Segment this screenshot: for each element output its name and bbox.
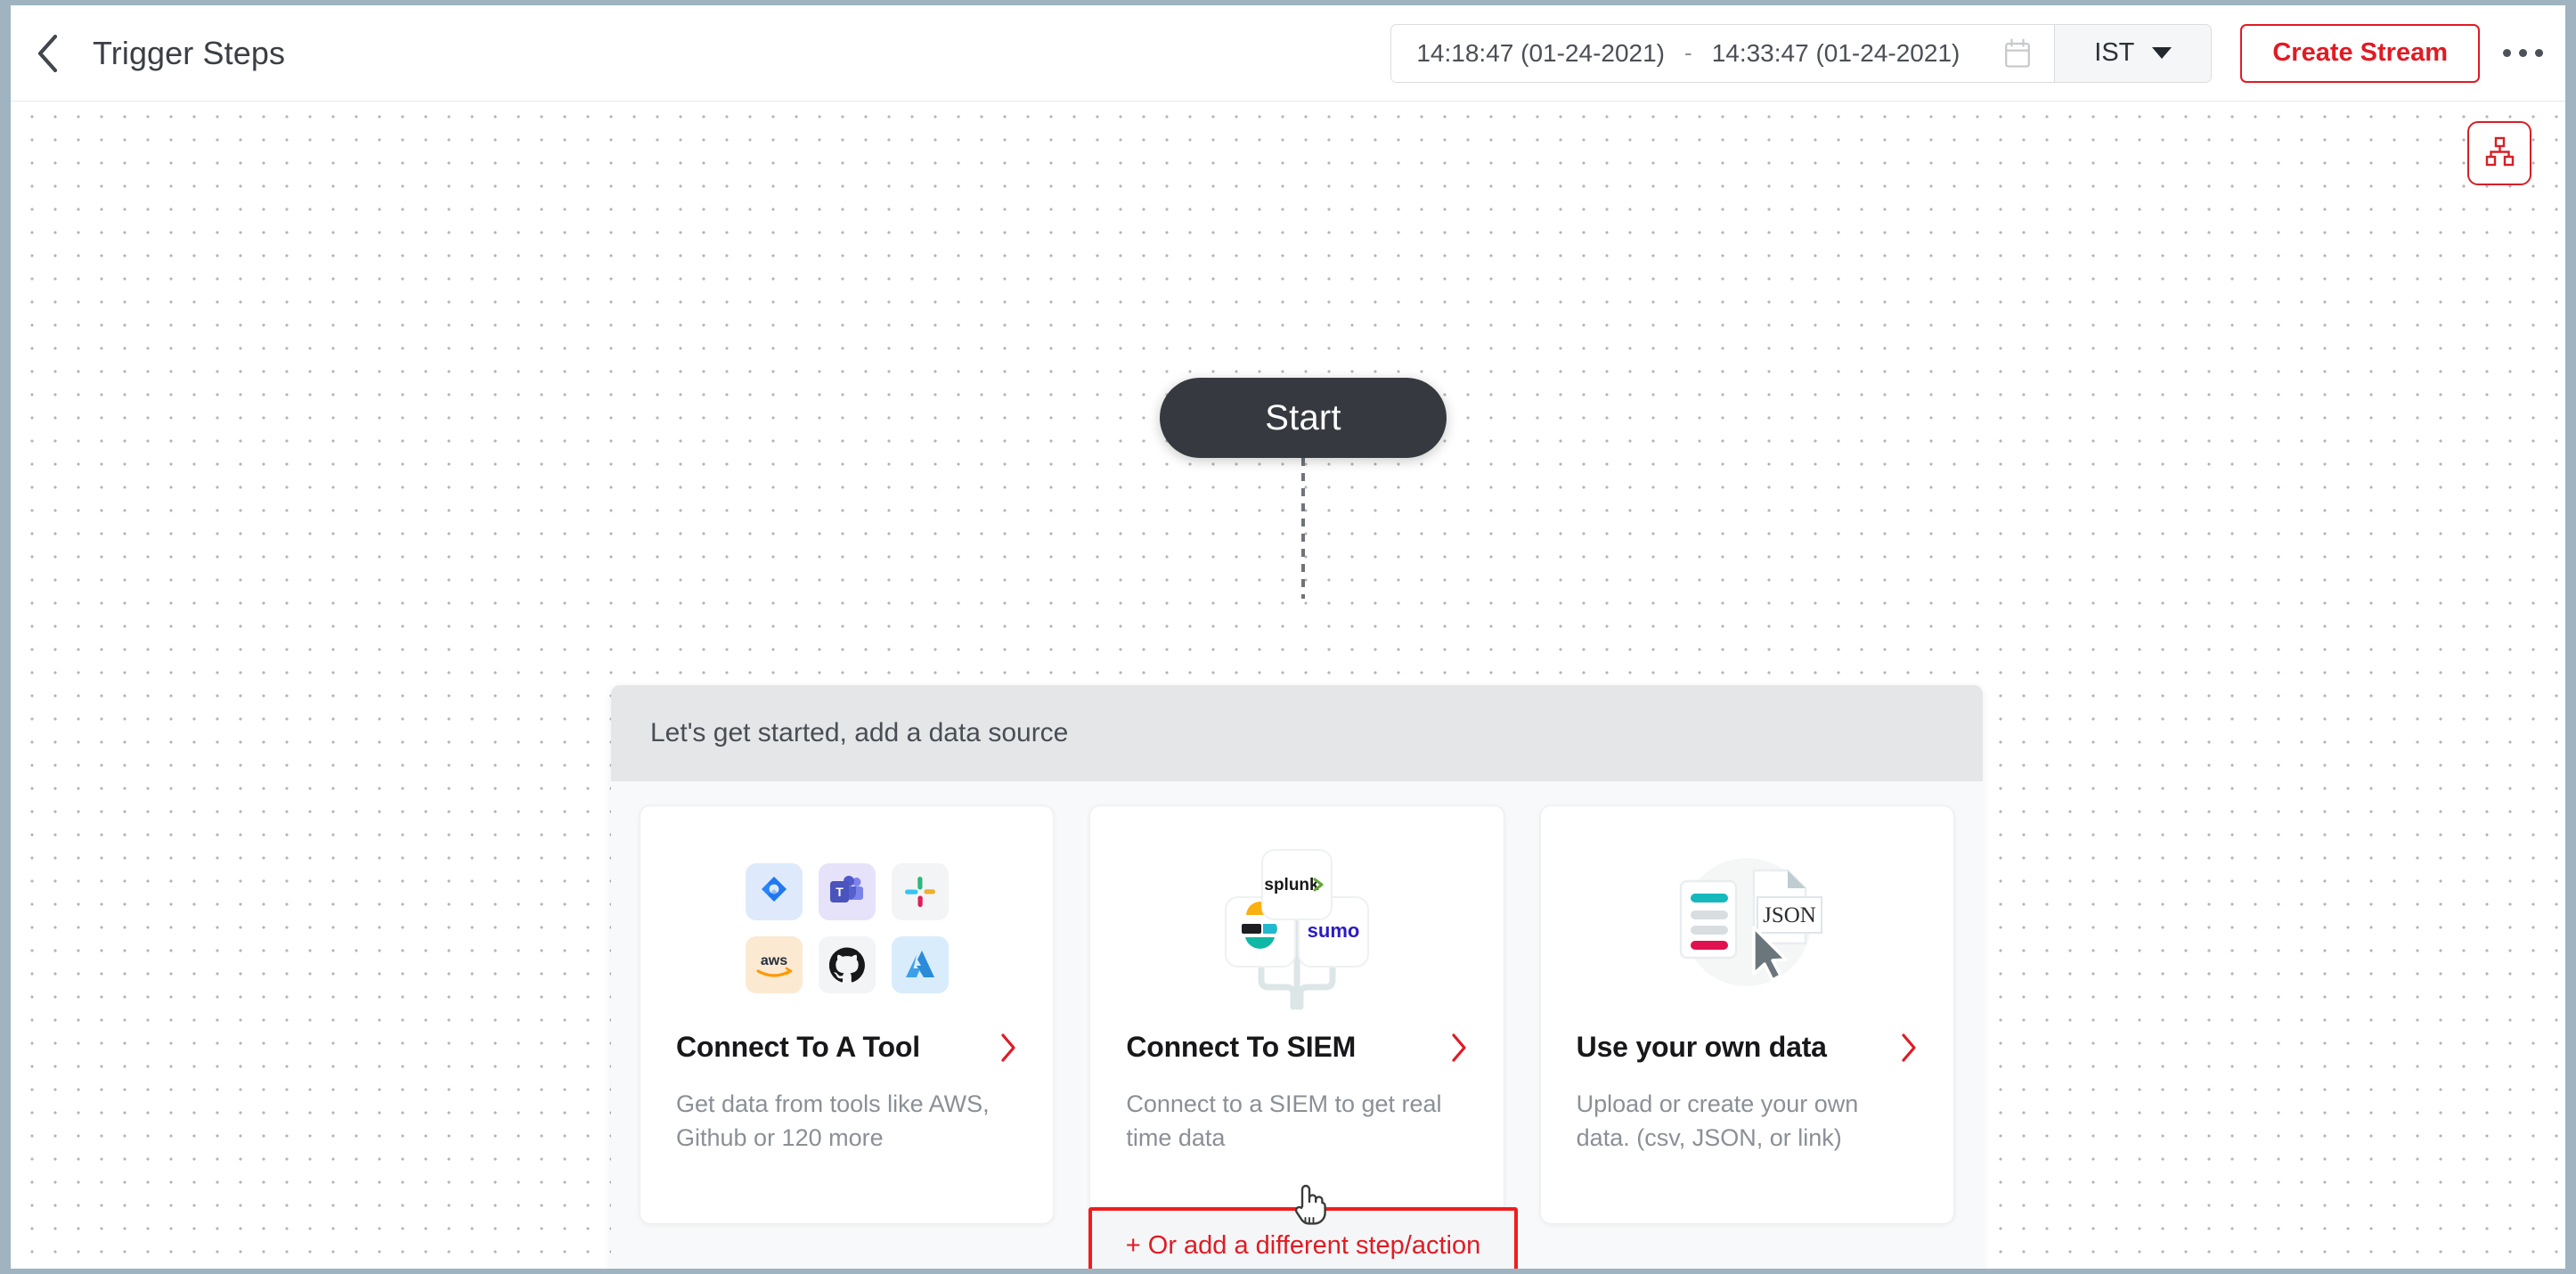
card-title-row: Use your own data — [1577, 1031, 1918, 1064]
microsoft-teams-logo-tile: T — [818, 863, 876, 920]
card-connect-to-tool[interactable]: T aws Connect To A Tool Get data from to… — [640, 805, 1055, 1224]
add-different-step-button[interactable]: + Or add a different step/action — [1088, 1207, 1518, 1269]
chevron-right-icon[interactable] — [1900, 1033, 1918, 1063]
jira-logo-tile — [745, 863, 803, 920]
card-title: Connect To A Tool — [676, 1031, 920, 1063]
data-source-card-list: T aws Connect To A Tool Get data from to… — [611, 781, 1983, 1224]
header-actions: 14:18:47 (01-24-2021) - 14:33:47 (01-24-… — [1390, 23, 2565, 83]
file-upload-svg: JSON — [1680, 858, 1823, 986]
calendar-icon[interactable] — [2004, 37, 2031, 69]
siem-tree-illustration: sumo splunk — [1126, 829, 1467, 1027]
ellipsis-dot — [2534, 49, 2543, 57]
tool-grid: T aws — [745, 863, 949, 993]
date-range-start: 14:18:47 (01-24-2021) — [1416, 38, 1666, 67]
card-title: Use your own data — [1576, 1031, 1827, 1063]
svg-text:sumo: sumo — [1308, 919, 1360, 942]
date-range-separator: - — [1684, 39, 1692, 66]
card-connect-to-siem[interactable]: sumo splunk Connect To SIEM Connect to a… — [1089, 805, 1504, 1224]
aws-logo-tile: aws — [745, 936, 803, 993]
date-range-input[interactable]: 14:18:47 (01-24-2021) - 14:33:47 (01-24-… — [1391, 24, 2055, 82]
layout-toggle-button[interactable] — [2467, 121, 2531, 185]
svg-text:splunk: splunk — [1264, 876, 1319, 894]
svg-text:T: T — [836, 885, 844, 899]
create-stream-button[interactable]: Create Stream — [2240, 23, 2480, 83]
slack-icon — [904, 877, 935, 907]
start-node-label: Start — [1265, 397, 1341, 437]
card-title-row: Connect To A Tool — [676, 1031, 1017, 1064]
card-description: Connect to a SIEM to get real time data — [1126, 1090, 1442, 1152]
svg-text:JSON: JSON — [1763, 903, 1816, 927]
azure-logo-tile — [891, 936, 949, 993]
back-button[interactable] — [18, 24, 77, 83]
date-range-end: 14:33:47 (01-24-2021) — [1711, 38, 1961, 67]
data-list-icon — [1680, 879, 1738, 960]
chevron-right-icon[interactable] — [999, 1033, 1017, 1063]
ellipsis-dot — [2502, 49, 2511, 57]
github-logo-tile — [818, 936, 876, 993]
workflow-canvas[interactable]: Start Let's get started, add a data sour… — [11, 102, 2565, 1269]
card-title-row: Connect To SIEM — [1126, 1031, 1467, 1064]
page-title: Trigger Steps — [93, 34, 286, 71]
siem-illustration-svg: sumo splunk — [1224, 849, 1369, 1010]
tool-logo-grid-illustration: T aws — [676, 829, 1017, 1027]
azure-icon — [905, 951, 934, 977]
json-file-icon: JSON — [1753, 869, 1823, 945]
timezone-value: IST — [2094, 38, 2135, 67]
chevron-right-icon[interactable] — [1450, 1033, 1468, 1063]
app-viewport: Trigger Steps 14:18:47 (01-24-2021) - 14… — [11, 5, 2565, 1269]
github-icon — [828, 947, 865, 983]
data-source-panel: Let's get started, add a data source T a… — [611, 685, 1983, 1269]
jira-icon — [761, 877, 787, 902]
slack-logo-tile — [891, 863, 949, 920]
card-description: Upload or create your own data. (csv, JS… — [1576, 1090, 1859, 1152]
add-different-step-label: + Or add a different step/action — [1125, 1230, 1481, 1260]
data-source-panel-title: Let's get started, add a data source — [650, 718, 1069, 747]
date-range-control[interactable]: 14:18:47 (01-24-2021) - 14:33:47 (01-24-… — [1390, 23, 2213, 83]
ellipsis-dot — [2518, 49, 2527, 57]
chevron-left-icon — [36, 34, 59, 73]
timezone-select[interactable]: IST — [2054, 24, 2212, 82]
data-source-panel-header: Let's get started, add a data source — [611, 685, 1983, 781]
start-node[interactable]: Start — [1160, 378, 1447, 458]
card-title: Connect To SIEM — [1126, 1031, 1357, 1063]
dashed-connector — [1301, 458, 1305, 599]
hierarchy-icon — [2482, 135, 2516, 173]
aws-icon: aws — [756, 953, 792, 977]
more-options-button[interactable] — [2499, 30, 2546, 77]
splunk-logo-card: splunk — [1260, 849, 1333, 920]
file-upload-illustration: JSON — [1577, 829, 1918, 1027]
chevron-down-icon — [2152, 47, 2172, 59]
card-use-your-own-data[interactable]: JSON Use your own data Upload or create … — [1539, 805, 1954, 1224]
microsoft-teams-icon: T — [829, 876, 863, 902]
svg-text:aws: aws — [761, 953, 787, 968]
card-description: Get data from tools like AWS, Github or … — [676, 1090, 990, 1152]
top-header-bar: Trigger Steps 14:18:47 (01-24-2021) - 14… — [11, 5, 2565, 102]
